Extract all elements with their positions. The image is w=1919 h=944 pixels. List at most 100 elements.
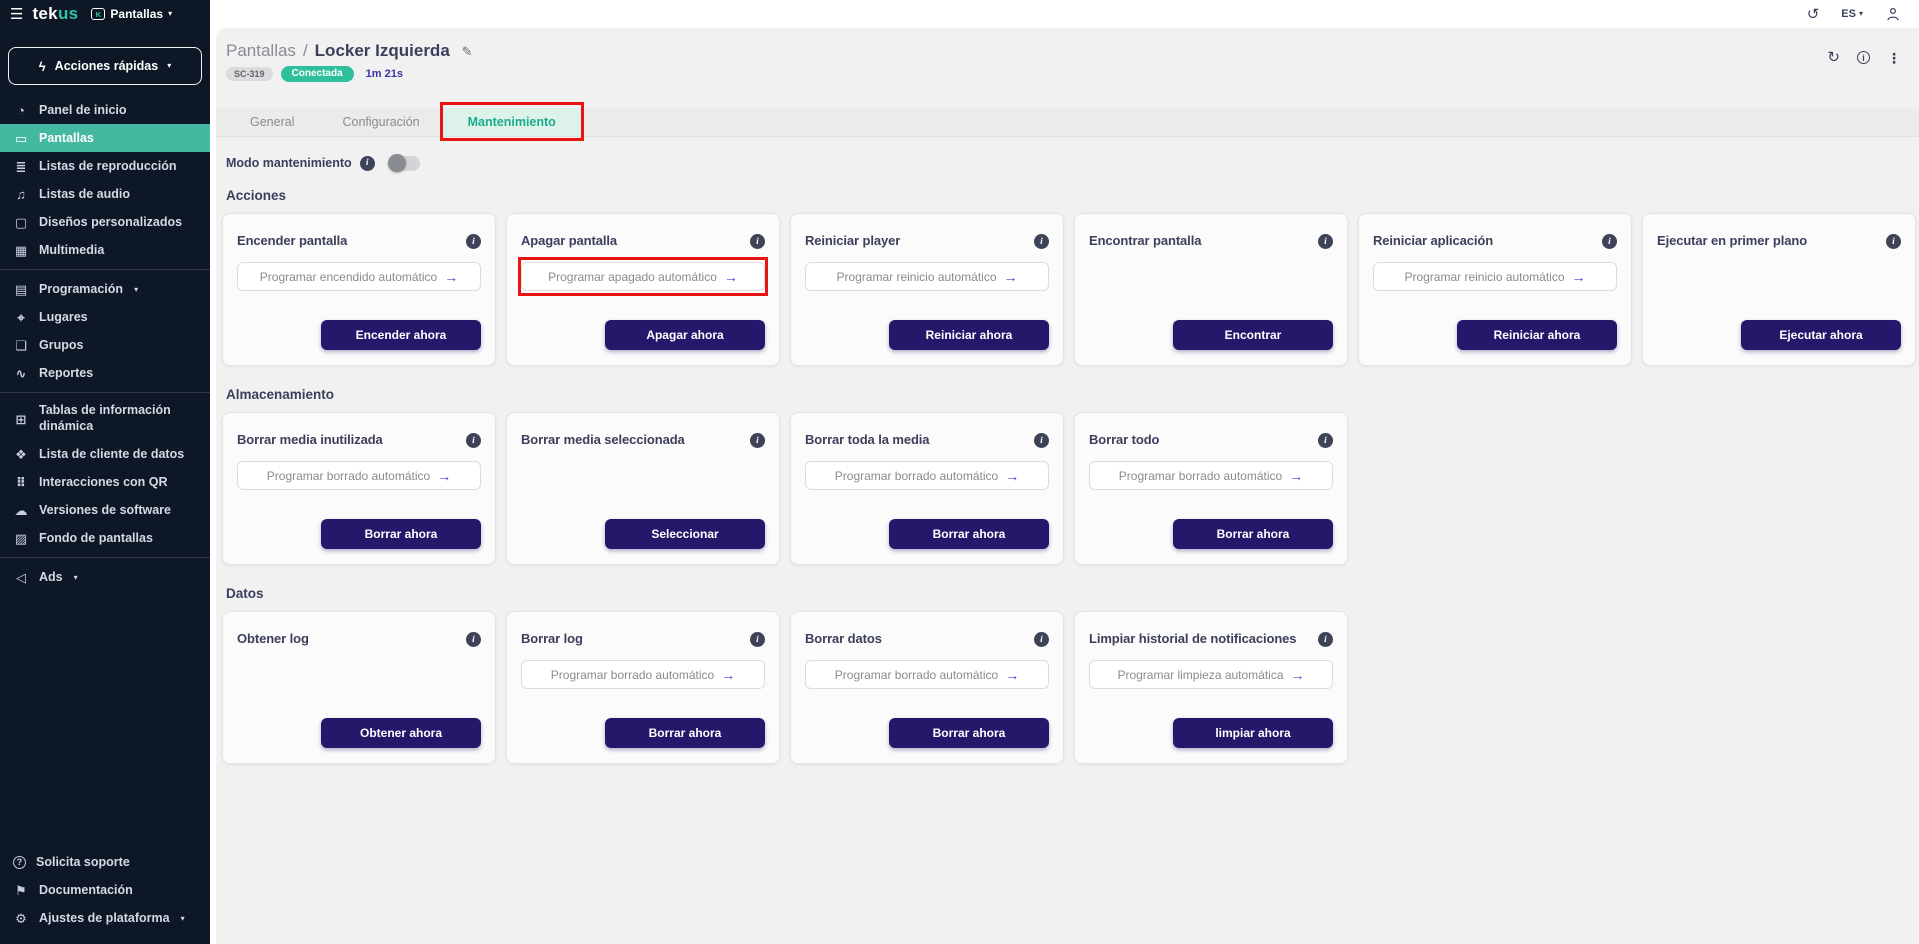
breadcrumb-root-link[interactable]: Pantallas xyxy=(226,41,296,61)
refresh-icon[interactable]: ↻ xyxy=(1827,50,1840,65)
sidebar-item-programacion[interactable]: ▤ Programación ▾ xyxy=(0,275,210,303)
quick-actions-button[interactable]: ϟ Acciones rápidas ▾ xyxy=(8,47,202,85)
action-card: Ejecutar en primer plano i Ejecutar ahor… xyxy=(1642,213,1916,366)
info-icon[interactable]: i xyxy=(1857,51,1870,64)
info-icon[interactable]: i xyxy=(466,234,481,249)
top-bar: ↺ ES ▾ xyxy=(210,0,1919,28)
kebab-menu-icon[interactable]: ⋮ xyxy=(1887,51,1901,65)
info-icon[interactable]: i xyxy=(466,433,481,448)
info-icon[interactable]: i xyxy=(1034,433,1049,448)
hamburger-menu-icon[interactable]: ☰ xyxy=(10,7,23,22)
sidebar-divider xyxy=(0,557,210,558)
action-button[interactable]: Reiniciar ahora xyxy=(1457,320,1617,350)
action-button[interactable]: Seleccionar xyxy=(605,519,765,549)
sidebar-item-ajustes-de-plataforma[interactable]: ⚙ Ajustes de plataforma ▾ xyxy=(0,904,210,932)
info-icon[interactable]: i xyxy=(1034,234,1049,249)
info-icon[interactable]: i xyxy=(750,632,765,647)
info-icon[interactable]: i xyxy=(360,156,375,171)
section-heading: Acciones xyxy=(222,188,1919,204)
info-icon[interactable]: i xyxy=(1318,433,1333,448)
sidebar-item-multimedia[interactable]: ▦ Multimedia xyxy=(0,236,210,264)
sidebar-item-interacciones-con-qr[interactable]: ⠿ Interacciones con QR xyxy=(0,468,210,496)
sidebar-item-disenos-personalizados[interactable]: ▢ Diseños personalizados xyxy=(0,208,210,236)
breadcrumb-separator: / xyxy=(303,41,308,61)
sidebar-item-fondo-de-pantallas[interactable]: ▨ Fondo de pantallas xyxy=(0,524,210,552)
info-icon[interactable]: i xyxy=(1886,234,1901,249)
action-button[interactable]: Borrar ahora xyxy=(321,519,481,549)
sidebar-item-listas-de-audio[interactable]: ♫ Listas de audio xyxy=(0,180,210,208)
sidebar-item-grupos[interactable]: ❏ Grupos xyxy=(0,331,210,359)
sidebar-divider xyxy=(0,392,210,393)
card-title: Ejecutar en primer plano xyxy=(1657,234,1807,249)
sidebar-item-documentacion[interactable]: ⚑ Documentación xyxy=(0,876,210,904)
schedule-button[interactable]: Programar encendido automático → xyxy=(237,262,481,291)
toggle-knob xyxy=(388,154,406,172)
sidebar-item-pantallas[interactable]: ▭ Pantallas xyxy=(0,124,210,152)
sidebar-item-ads[interactable]: ◁ Ads ▾ xyxy=(0,563,210,591)
brand-logo-suffix: us xyxy=(58,4,78,23)
info-icon[interactable]: i xyxy=(1602,234,1617,249)
schedule-button[interactable]: Programar borrado automático → xyxy=(521,660,765,689)
user-account-icon[interactable] xyxy=(1885,6,1901,22)
sidebar-item-lista-de-cliente-de-datos[interactable]: ❖ Lista de cliente de datos xyxy=(0,440,210,468)
action-button[interactable]: Borrar ahora xyxy=(605,718,765,748)
edit-title-icon[interactable]: ✎ xyxy=(462,42,473,62)
action-button[interactable]: Encontrar xyxy=(1173,320,1333,350)
action-card: Borrar log i Programar borrado automátic… xyxy=(506,611,780,764)
action-button[interactable]: Borrar ahora xyxy=(1173,519,1333,549)
sidebar-item-reportes[interactable]: ∿ Reportes xyxy=(0,359,210,387)
reportes-icon: ∿ xyxy=(13,367,29,380)
history-icon[interactable]: ↺ xyxy=(1807,7,1820,22)
action-button[interactable]: Obtener ahora xyxy=(321,718,481,748)
schedule-button[interactable]: Programar reinicio automático → xyxy=(805,262,1049,291)
action-button[interactable]: Apagar ahora xyxy=(605,320,765,350)
info-icon[interactable]: i xyxy=(1318,234,1333,249)
info-icon[interactable]: i xyxy=(750,234,765,249)
fondo-de-pantallas-icon: ▨ xyxy=(13,532,29,545)
info-icon[interactable]: i xyxy=(750,433,765,448)
chevron-down-icon: ▾ xyxy=(1859,10,1863,18)
ajustes-de-plataforma-icon: ⚙ xyxy=(13,912,29,925)
sidebar-item-panel-de-inicio[interactable]: ◔ Panel de inicio xyxy=(0,96,210,124)
language-selector[interactable]: ES ▾ xyxy=(1841,8,1863,20)
maintenance-mode-toggle[interactable] xyxy=(390,156,420,171)
panel-de-inicio-icon: ◔ xyxy=(13,104,29,117)
header-action-icons: ↻ i ⋮ xyxy=(1827,50,1901,65)
arrow-right-icon: → xyxy=(1289,469,1303,483)
arrow-right-icon: → xyxy=(1005,668,1019,682)
action-button[interactable]: Borrar ahora xyxy=(889,718,1049,748)
tab-mantenimiento[interactable]: Mantenimiento xyxy=(444,108,580,136)
schedule-button[interactable]: Programar reinicio automático → xyxy=(1373,262,1617,291)
card-title: Reiniciar aplicación xyxy=(1373,234,1493,249)
info-icon[interactable]: i xyxy=(466,632,481,647)
tab-configuracion[interactable]: Configuración xyxy=(318,108,443,136)
action-button[interactable]: Encender ahora xyxy=(321,320,481,350)
documentacion-icon: ⚑ xyxy=(13,884,29,897)
schedule-button[interactable]: Programar borrado automático → xyxy=(1089,461,1333,490)
sidebar-item-lugares[interactable]: ⌖ Lugares xyxy=(0,303,210,331)
schedule-button[interactable]: Programar borrado automático → xyxy=(805,660,1049,689)
action-card: Obtener log i Obtener ahora xyxy=(222,611,496,764)
action-button[interactable]: Reiniciar ahora xyxy=(889,320,1049,350)
action-button[interactable]: limpiar ahora xyxy=(1173,718,1333,748)
schedule-button[interactable]: Programar borrado automático → xyxy=(805,461,1049,490)
sidebar-item-versiones-de-software[interactable]: ☁ Versiones de software xyxy=(0,496,210,524)
schedule-button[interactable]: Programar apagado automático → xyxy=(521,262,765,291)
info-icon[interactable]: i xyxy=(1318,632,1333,647)
schedule-button[interactable]: Programar borrado automático → xyxy=(237,461,481,490)
action-button[interactable]: Ejecutar ahora xyxy=(1741,320,1901,350)
sidebar-item-solicita-soporte[interactable]: ? Solicita soporte xyxy=(0,848,210,876)
action-button[interactable]: Borrar ahora xyxy=(889,519,1049,549)
section-heading: Almacenamiento xyxy=(222,387,1919,403)
arrow-right-icon: → xyxy=(1291,668,1305,682)
info-icon[interactable]: i xyxy=(1034,632,1049,647)
tab-general[interactable]: General xyxy=(226,108,318,136)
sidebar-item-tablas-de-informacion-dinamica[interactable]: ⊞ Tablas de información dinámica xyxy=(0,398,210,440)
sidebar-item-listas-de-reproduccion[interactable]: ≣ Listas de reproducción xyxy=(0,152,210,180)
app-switcher-dropdown[interactable]: K Pantallas ▾ xyxy=(91,7,172,21)
listas-de-audio-icon: ♫ xyxy=(13,188,29,201)
maintenance-mode-row: Modo mantenimiento i xyxy=(216,154,1919,172)
chevron-down-icon: ▾ xyxy=(168,10,172,18)
schedule-button[interactable]: Programar limpieza automática → xyxy=(1089,660,1333,689)
brand-logo[interactable]: tekus xyxy=(32,4,78,24)
